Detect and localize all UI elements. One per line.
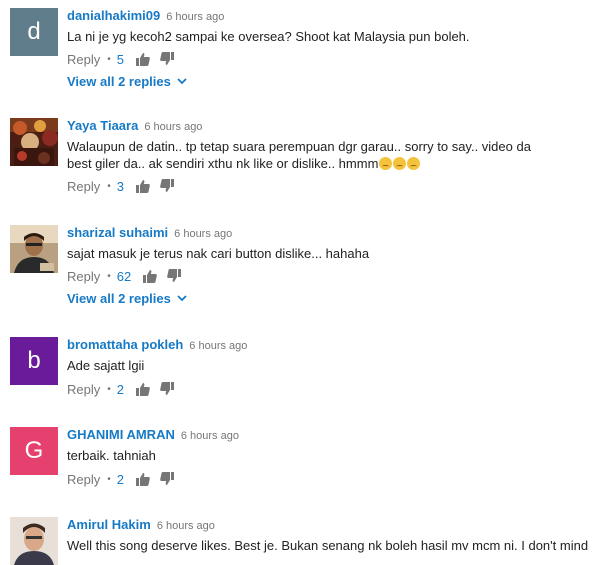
view-replies-label: View all 2 replies — [67, 291, 171, 306]
chevron-down-icon — [177, 295, 187, 302]
comment-header: GHANIMI AMRAN 6 hours ago — [67, 427, 239, 444]
view-replies-link[interactable]: View all 2 replies — [67, 291, 187, 306]
thumbs-down-icon[interactable] — [160, 382, 174, 396]
author-name[interactable]: Yaya Tiaara — [67, 118, 138, 133]
thumbs-down-icon[interactable] — [167, 269, 182, 283]
author-name[interactable]: Amirul Hakim — [67, 517, 151, 532]
comment-actions: Reply • 2 — [67, 380, 184, 398]
comment-text: Well this song deserve likes. Best je. B… — [67, 538, 589, 553]
comment-header: Amirul Hakim 6 hours ago — [67, 517, 215, 534]
comment-text: Walaupun de datin.. tp tetap suara perem… — [67, 138, 537, 172]
comment-actions: Reply • 3 — [67, 177, 184, 195]
comment-text: sajat masuk je terus nak cari button dis… — [67, 246, 370, 261]
comment-header: bromattaha pokleh 6 hours ago — [67, 337, 247, 354]
disappointed-face-icon — [407, 157, 421, 170]
timestamp[interactable]: 6 hours ago — [166, 11, 224, 23]
comment-header: Yaya Tiaara 6 hours ago — [67, 118, 202, 135]
avatar-letter: G — [24, 437, 44, 464]
avatar-letter: b — [27, 347, 41, 374]
author-name[interactable]: sharizal suhaimi — [67, 225, 168, 240]
author-name[interactable]: GHANIMI AMRAN — [67, 427, 175, 442]
avatar[interactable] — [10, 225, 58, 273]
timestamp[interactable]: 6 hours ago — [189, 340, 247, 352]
thumbs-down-icon[interactable] — [160, 179, 174, 193]
like-count: 2 — [116, 381, 124, 397]
timestamp[interactable]: 6 hours ago — [174, 228, 232, 240]
comment-actions: Reply • 5 — [67, 50, 184, 68]
separator-dot: • — [107, 383, 111, 395]
avatar[interactable]: d — [10, 8, 58, 56]
reply-button[interactable]: Reply — [67, 179, 100, 194]
disappointed-face-icon — [393, 157, 407, 170]
thumbs-up-icon[interactable] — [136, 382, 150, 396]
disappointed-face-icon — [379, 157, 393, 170]
thumbs-up-icon[interactable] — [136, 52, 150, 66]
avatar-image — [10, 118, 58, 166]
avatar[interactable]: G — [10, 427, 58, 475]
view-replies-link[interactable]: View all 2 replies — [67, 74, 187, 89]
thumbs-down-icon[interactable] — [160, 472, 174, 486]
reply-button[interactable]: Reply — [67, 269, 100, 284]
reply-button[interactable]: Reply — [67, 472, 100, 487]
reply-button[interactable]: Reply — [67, 382, 100, 397]
avatar-image — [10, 517, 58, 565]
like-count: 3 — [116, 178, 124, 194]
like-count: 2 — [116, 471, 124, 487]
like-count: 5 — [116, 51, 124, 67]
like-count: 62 — [116, 268, 132, 284]
separator-dot: • — [107, 473, 111, 485]
reply-button[interactable]: Reply — [67, 52, 100, 67]
author-name[interactable]: danialhakimi09 — [67, 8, 160, 23]
timestamp[interactable]: 6 hours ago — [144, 121, 202, 133]
thumbs-down-icon[interactable] — [160, 52, 174, 66]
comment-header: danialhakimi09 6 hours ago — [67, 8, 224, 25]
comment-actions: Reply • 2 — [67, 470, 184, 488]
thumbs-up-icon[interactable] — [143, 269, 158, 283]
comment-text: Ade sajatt lgii — [67, 358, 145, 373]
comment-text: La ni je yg kecoh2 sampai ke oversea? Sh… — [67, 29, 470, 44]
chevron-down-icon — [177, 78, 187, 85]
comment-text-body: Walaupun de datin.. tp tetap suara perem… — [67, 139, 531, 171]
comment-actions: Reply • 62 — [67, 267, 191, 285]
thumbs-up-icon[interactable] — [136, 179, 150, 193]
comment-header: sharizal suhaimi 6 hours ago — [67, 225, 232, 242]
separator-dot: • — [107, 180, 111, 192]
avatar[interactable] — [10, 517, 58, 565]
thumbs-up-icon[interactable] — [136, 472, 150, 486]
separator-dot: • — [107, 270, 111, 282]
avatar[interactable]: b — [10, 337, 58, 385]
emoji-group — [378, 156, 421, 171]
avatar[interactable] — [10, 118, 58, 166]
author-name[interactable]: bromattaha pokleh — [67, 337, 183, 352]
avatar-image — [10, 225, 58, 273]
timestamp[interactable]: 6 hours ago — [157, 520, 215, 532]
separator-dot: • — [107, 53, 111, 65]
timestamp[interactable]: 6 hours ago — [181, 430, 239, 442]
comment-text: terbaik. tahniah — [67, 448, 156, 463]
avatar-letter: d — [27, 18, 41, 45]
view-replies-label: View all 2 replies — [67, 74, 171, 89]
